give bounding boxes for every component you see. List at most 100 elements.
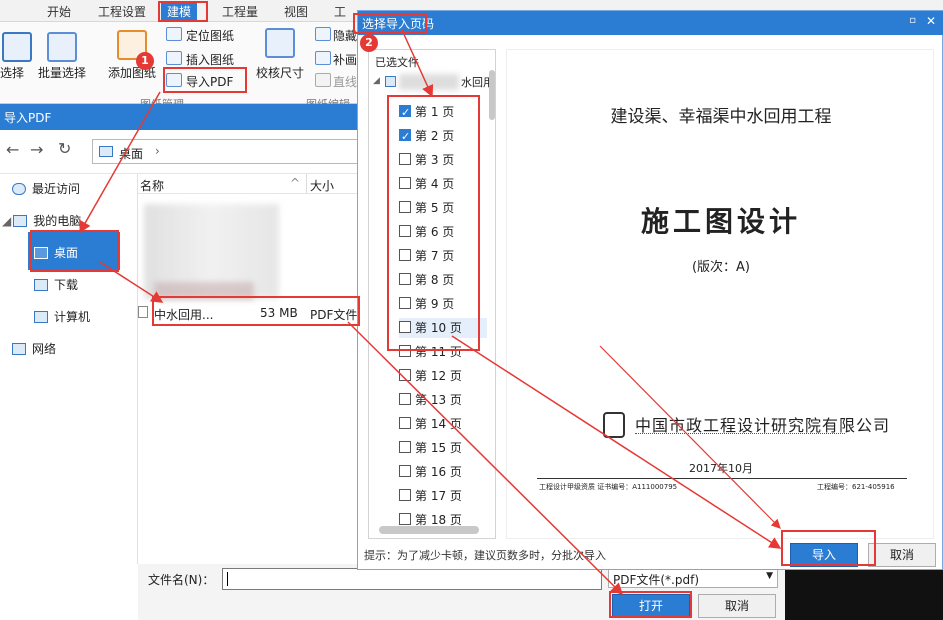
selected-files-label: 已选文件	[375, 56, 419, 69]
page-label: 第 15 页	[415, 441, 462, 455]
file-dialog-cancel-button[interactable]: 取消	[698, 594, 776, 618]
text-cursor	[227, 572, 228, 586]
preview-heading: 施工图设计	[640, 205, 801, 238]
verify-size-icon	[265, 28, 295, 58]
column-size[interactable]: 大小	[310, 177, 334, 194]
collapse-icon[interactable]: ◢	[373, 76, 380, 86]
tab-view[interactable]: 视图	[284, 3, 308, 20]
computer-icon	[13, 215, 28, 227]
page-label: 第 17 页	[415, 489, 462, 503]
preview-project: 建设渠、幸福渠中水回用工程	[610, 107, 832, 127]
download-icon	[34, 279, 48, 291]
annotation-box-file	[152, 296, 360, 326]
filename-input[interactable]	[222, 568, 602, 590]
page-item[interactable]: 第 16 页	[399, 462, 487, 482]
sidebar-item-network[interactable]: 网络	[12, 340, 56, 357]
page-item[interactable]: 第 17 页	[399, 486, 487, 506]
preview-cert-right: 工程编号：621-405916	[817, 483, 895, 491]
locate-drawing-icon	[166, 27, 182, 41]
annotation-box-import	[781, 530, 876, 566]
file-dialog-nav: ← → ↻ 桌面 ›	[0, 130, 358, 174]
annotation-badge-2: 2	[360, 34, 378, 52]
sidebar-item-computer[interactable]: 计算机	[34, 308, 90, 325]
address-text: 桌面	[119, 147, 144, 161]
page-item[interactable]: 第 12 页	[399, 366, 487, 386]
page-item[interactable]: 第 13 页	[399, 390, 487, 410]
column-name[interactable]: 名称	[140, 177, 164, 194]
select-icon	[2, 32, 32, 62]
company-logo	[603, 412, 625, 438]
page-checkbox[interactable]	[399, 513, 411, 525]
locate-drawing-button[interactable]: 定位图纸	[186, 27, 234, 44]
chevron-right-icon[interactable]: ›	[155, 144, 160, 158]
sidebar-item-downloads[interactable]: 下载	[34, 276, 78, 293]
file-list-header: 名称 ^ 大小	[138, 174, 358, 194]
company-english-line	[635, 433, 845, 437]
page-label: 第 14 页	[415, 417, 462, 431]
page-checkbox[interactable]	[399, 441, 411, 453]
import-hint: 提示：为了减少卡顿，建议页数多时，分批次导入	[364, 549, 606, 562]
annotation-box-open	[609, 591, 692, 618]
file-checkbox[interactable]	[385, 76, 396, 87]
preview-rule	[537, 478, 907, 479]
sidebar-item-my-computer[interactable]: ◢ 我的电脑	[2, 212, 81, 229]
blurred-filename	[399, 74, 459, 90]
page-item[interactable]: 第 14 页	[399, 414, 487, 434]
sort-up-icon: ^	[290, 176, 301, 190]
back-icon[interactable]: ←	[6, 140, 19, 159]
expand-icon[interactable]: ◢	[2, 214, 11, 228]
tab-tools[interactable]: 工	[334, 3, 346, 20]
forward-icon[interactable]: →	[30, 140, 43, 159]
page-label: 第 16 页	[415, 465, 462, 479]
annotation-box-pages	[387, 95, 480, 351]
tree-hscrollbar[interactable]	[379, 526, 479, 534]
batch-select-icon	[47, 32, 77, 62]
page-checkbox[interactable]	[399, 465, 411, 477]
annotation-box-modeling-tab	[158, 1, 208, 22]
tab-quantity[interactable]: 工程量	[222, 3, 258, 20]
network-icon	[12, 343, 26, 355]
annotation-box-import-pdf	[163, 67, 247, 93]
page-checkbox[interactable]	[399, 369, 411, 381]
page-checkbox[interactable]	[399, 417, 411, 429]
page-checkbox[interactable]	[399, 489, 411, 501]
monitor-icon	[34, 311, 48, 323]
page-label: 第 13 页	[415, 393, 462, 407]
address-bar[interactable]: 桌面 ›	[92, 139, 358, 164]
tree-vscrollbar[interactable]	[489, 70, 495, 120]
chevron-down-icon: ▼	[766, 571, 773, 581]
preview-version: (版次：A)	[691, 260, 751, 275]
page-label: 第 12 页	[415, 369, 462, 383]
patch-button[interactable]: 补画	[333, 51, 357, 68]
page-select-title-bar: 选择导入页码 ▫ ✕	[358, 11, 943, 35]
insert-drawing-button[interactable]: 插入图纸	[186, 51, 234, 68]
maximize-icon[interactable]: ▫	[909, 15, 916, 26]
insert-drawing-icon	[166, 51, 182, 65]
page-item[interactable]: 第 15 页	[399, 438, 487, 458]
annotation-box-desktop	[30, 230, 119, 272]
hide-icon	[315, 27, 331, 41]
pdf-preview: 建设渠、幸福渠中水回用工程 施工图设计 (版次：A) 中国市政工程设计研究院有限…	[506, 49, 934, 539]
tab-home[interactable]: 开始	[47, 3, 71, 20]
file-list: 名称 ^ 大小 中水回用... 53 MB PDF文件	[138, 174, 358, 564]
file-dialog-title: 导入PDF	[0, 104, 358, 130]
preview-date: 2017年10月	[689, 462, 753, 475]
refresh-icon[interactable]: ↻	[58, 139, 71, 158]
annotation-box-title	[353, 13, 427, 34]
batch-select-button[interactable]: 批量选择	[38, 64, 86, 81]
file-type-select[interactable]: PDF文件(*.pdf) ▼	[608, 568, 778, 588]
page-select-cancel-button[interactable]: 取消	[868, 543, 936, 567]
verify-size-button[interactable]: 校核尺寸	[256, 64, 304, 81]
patch-icon	[315, 51, 331, 65]
preview-cert-left: 工程设计甲级资质 证书编号：A111000795	[539, 483, 678, 491]
line-icon	[315, 73, 331, 87]
column-divider[interactable]	[306, 174, 307, 194]
sidebar-item-recent[interactable]: 最近访问	[12, 180, 80, 197]
tab-project-settings[interactable]: 工程设置	[98, 3, 146, 20]
line-button[interactable]: 直线	[333, 73, 357, 90]
pdf-file-icon	[138, 306, 148, 318]
page-checkbox[interactable]	[399, 393, 411, 405]
close-icon[interactable]: ✕	[926, 14, 936, 28]
select-button[interactable]: 选择	[0, 64, 24, 81]
desktop-icon	[99, 146, 113, 157]
